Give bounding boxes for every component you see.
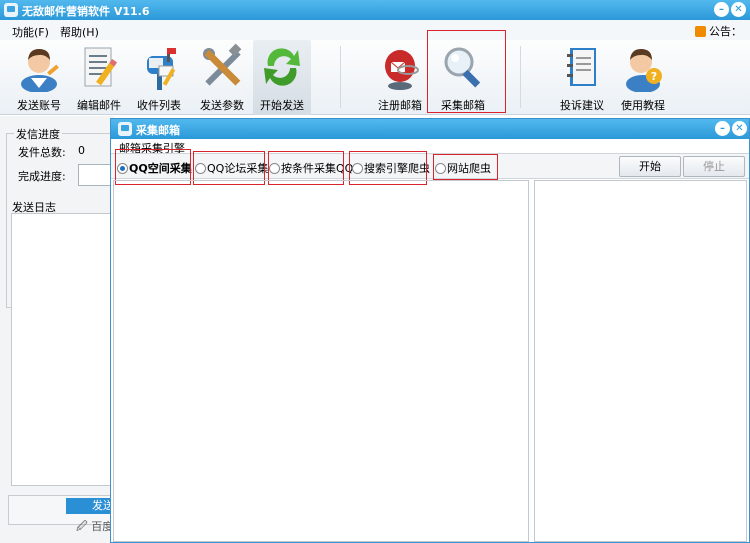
mailbox-icon [147,48,176,90]
app-title: 无敌邮件营销软件 V11.6 [22,5,150,18]
total-value: 0 [78,144,85,157]
toolbar: 发送账号 编辑邮件 收件列表 发送参数 开始发送 注册邮箱 采集邮箱 投诉建议 … [0,30,750,115]
toolbar-separator [520,46,521,108]
toolbar-label: 使用教程 [621,99,665,112]
notice[interactable]: 公告： [695,23,742,39]
toolbar-start-send[interactable]: 开始发送 [253,40,311,115]
user-avatar-icon [21,49,59,92]
toolbar-label: 收件列表 [137,99,181,112]
register-mail-icon [385,50,419,90]
start-button[interactable]: 开始 [619,156,681,177]
toolbar-send-params[interactable]: 发送参数 [193,40,251,115]
collect-side-list[interactable] [534,180,747,542]
toolbar-recipient-list[interactable]: 收件列表 [130,40,188,115]
toolbar-send-account[interactable]: 发送账号 [10,40,68,115]
toolbar-feedback[interactable]: 投诉建议 [553,40,611,115]
app-logo-icon [4,3,18,17]
toolbar-label: 注册邮箱 [378,99,422,112]
notice-label: 公告： [709,25,742,38]
toolbar-register-mail[interactable]: 注册邮箱 [371,40,429,115]
notice-icon [695,26,706,37]
minimize-icon[interactable]: – [714,2,729,17]
stop-button[interactable]: 停止 [683,156,745,177]
refresh-arrows-icon [264,48,300,86]
tools-icon [203,43,242,86]
toolbar-separator [340,46,341,108]
close-icon[interactable]: ✕ [731,2,746,17]
menu-function[interactable]: 功能(F) [12,24,49,40]
option-highlight [433,154,498,180]
toolbar-label: 开始发送 [260,99,304,112]
progress-group-title: 发信进度 [14,126,62,142]
collect-results-list[interactable] [113,180,529,542]
baidu-link[interactable]: 🖉 百度 [76,518,113,537]
toolbar-edit-mail[interactable]: 编辑邮件 [70,40,128,115]
left-panel: 发信进度 发件总数: 0 完成进度: 发送日志 发送 🖉 百度 [0,116,126,543]
toolbar-label: 发送参数 [200,99,244,112]
dialog-minimize-icon[interactable]: – [715,121,730,136]
dialog-title-bar: 采集邮箱 – ✕ [111,119,749,139]
total-label: 发件总数: [18,146,66,159]
svg-text:?: ? [651,70,657,83]
help-user-icon: ? [626,49,662,92]
dialog-title: 采集邮箱 [136,124,180,137]
menu-bar: 功能(F) 帮助(H) 公告： [0,20,750,40]
toolbar-tutorial[interactable]: ? 使用教程 [614,40,672,115]
send-log-box[interactable] [11,213,121,486]
main-title-bar: 无敌邮件营销软件 V11.6 – ✕ [0,0,750,20]
document-edit-icon [84,47,118,87]
dialog-close-icon[interactable]: ✕ [732,121,747,136]
collect-mail-dialog: 采集邮箱 – ✕ 邮箱采集引擎 QQ空间采集 QQ论坛采集 按条件采集QQ 搜索… [110,118,750,543]
progress-label: 完成进度: [18,170,66,183]
toolbar-label: 编辑邮件 [77,99,121,112]
toolbar-label: 投诉建议 [560,99,604,112]
notebook-icon [567,48,596,86]
collect-mail-highlight [427,30,506,113]
dialog-logo-icon [118,122,132,136]
toolbar-label: 发送账号 [17,99,61,112]
menu-help[interactable]: 帮助(H) [60,24,99,40]
